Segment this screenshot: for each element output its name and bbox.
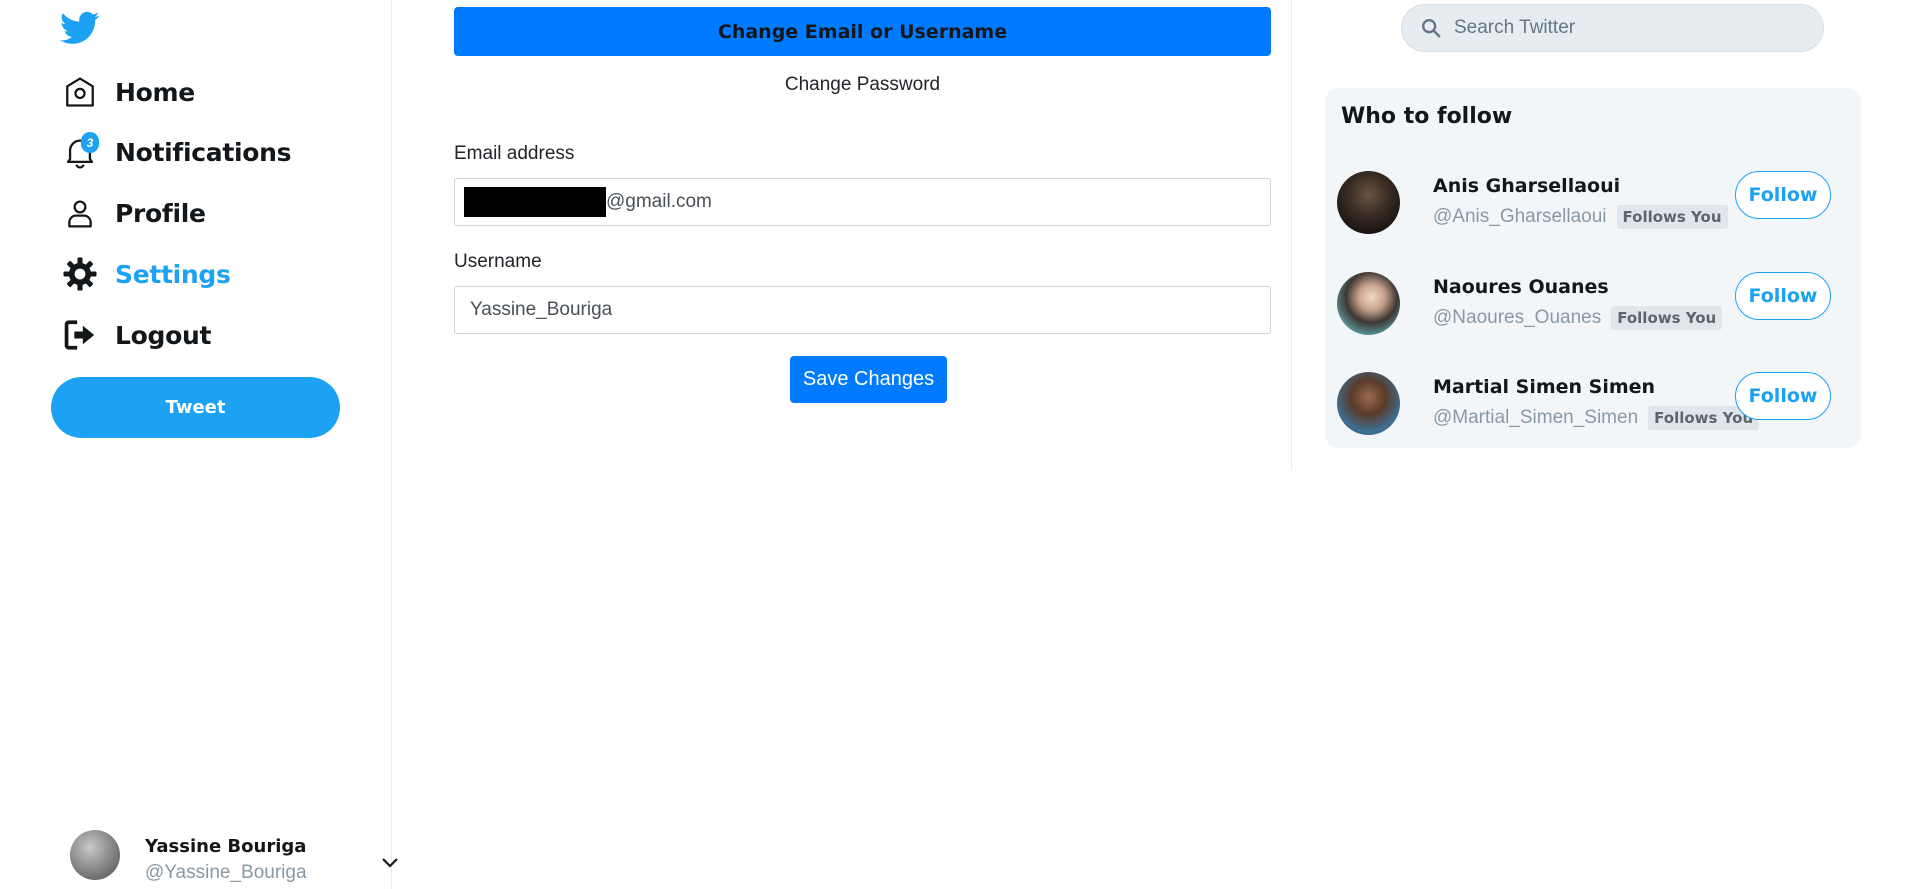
avatar[interactable] xyxy=(1337,272,1400,335)
notification-count-badge: 3 xyxy=(81,132,99,153)
user-meta: @Martial_Simen_Simen Follows You xyxy=(1433,406,1760,430)
home-icon xyxy=(60,72,100,112)
user-handle: @Naoures_Ouanes xyxy=(1433,307,1602,328)
search-input[interactable] xyxy=(1454,17,1814,39)
gear-icon xyxy=(60,254,100,294)
user-meta: @Anis_Gharsellaoui Follows You xyxy=(1433,205,1728,229)
email-label: Email address xyxy=(454,143,575,164)
search-icon xyxy=(1422,19,1441,38)
sidebar-item-label: Profile xyxy=(115,198,206,228)
logout-icon xyxy=(60,315,100,355)
settings-panel: Change Email or Username Change Password… xyxy=(393,0,1292,470)
sidebar-item-notifications[interactable]: 3 Notifications xyxy=(60,130,292,174)
change-email-username-button[interactable]: Change Email or Username xyxy=(454,7,1271,56)
save-changes-button[interactable]: Save Changes xyxy=(790,356,947,403)
avatar[interactable] xyxy=(1337,372,1400,435)
avatar[interactable] xyxy=(1337,171,1400,234)
user-handle: @Anis_Gharsellaoui xyxy=(1433,206,1607,227)
sidebar-item-label: Logout xyxy=(115,320,212,350)
follows-you-badge: Follows You xyxy=(1611,306,1723,330)
redacted-block xyxy=(464,187,606,217)
user-name[interactable]: Martial Simen Simen xyxy=(1433,376,1655,398)
account-name: Yassine Bouriga xyxy=(145,836,307,857)
follow-button[interactable]: Follow xyxy=(1735,272,1831,320)
user-name[interactable]: Anis Gharsellaoui xyxy=(1433,175,1620,197)
user-name[interactable]: Naoures Ouanes xyxy=(1433,276,1609,298)
email-value: @gmail.com xyxy=(606,191,712,212)
sidebar-item-label: Home xyxy=(115,77,195,107)
username-label: Username xyxy=(454,251,542,272)
user-meta: @Naoures_Ouanes Follows You xyxy=(1433,306,1723,330)
who-to-follow-title: Who to follow xyxy=(1341,104,1513,129)
avatar xyxy=(70,830,120,880)
follow-button[interactable]: Follow xyxy=(1735,171,1831,219)
sidebar-item-profile[interactable]: Profile xyxy=(60,191,206,235)
sidebar-item-label: Notifications xyxy=(115,137,292,167)
sidebar-item-logout[interactable]: Logout xyxy=(60,313,211,357)
account-handle: @Yassine_Bouriga xyxy=(145,862,307,883)
account-switcher[interactable]: Yassine Bouriga @Yassine_Bouriga xyxy=(70,830,400,885)
person-icon xyxy=(60,193,100,233)
sidebar: Home 3 Notifications Profile Settings Lo… xyxy=(0,0,398,889)
account-info: Yassine Bouriga @Yassine_Bouriga xyxy=(145,836,307,884)
sidebar-item-label: Settings xyxy=(115,259,231,289)
change-password-button[interactable]: Change Password xyxy=(454,70,1271,100)
twitter-bird-icon[interactable] xyxy=(60,8,100,48)
username-value: Yassine_Bouriga xyxy=(470,299,613,320)
tweet-button[interactable]: Tweet xyxy=(51,377,340,438)
sidebar-item-settings[interactable]: Settings xyxy=(60,252,231,296)
search-bar[interactable] xyxy=(1401,4,1824,52)
follow-button[interactable]: Follow xyxy=(1735,372,1831,420)
email-field[interactable]: @gmail.com xyxy=(454,178,1271,226)
chevron-down-icon[interactable] xyxy=(378,850,402,874)
sidebar-item-home[interactable]: Home xyxy=(60,70,195,114)
list-item: Naoures Ouanes @Naoures_Ouanes Follows Y… xyxy=(1337,272,1849,336)
list-item: Martial Simen Simen @Martial_Simen_Simen… xyxy=(1337,372,1849,436)
list-item: Anis Gharsellaoui @Anis_Gharsellaoui Fol… xyxy=(1337,171,1849,235)
follows-you-badge: Follows You xyxy=(1616,205,1728,229)
who-to-follow-panel: Who to follow Anis Gharsellaoui @Anis_Gh… xyxy=(1325,88,1861,448)
username-field[interactable]: Yassine_Bouriga xyxy=(454,286,1271,334)
user-handle: @Martial_Simen_Simen xyxy=(1433,407,1639,428)
bell-icon: 3 xyxy=(60,132,100,172)
